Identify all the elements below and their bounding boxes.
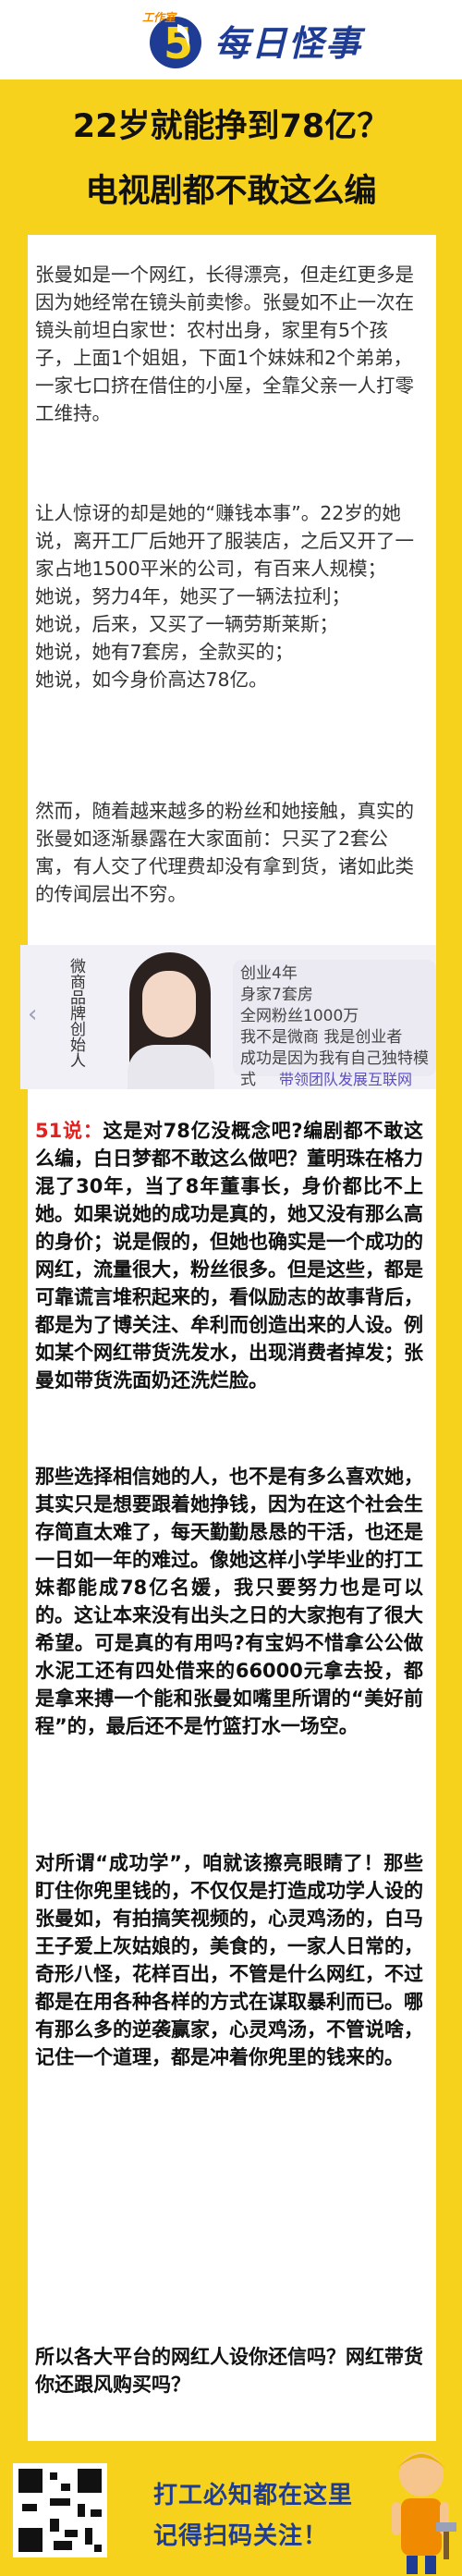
portrait-face	[142, 971, 196, 1037]
paragraph-3: 然而，随着越来越多的粉丝和她接触，真实的张曼如逐渐暴露在大家面前：只买了2套公寓…	[35, 800, 414, 905]
comment-paragraph-4: 所以各大平台的网红人设你还信吗？网红带货你还跟风购买吗？	[35, 2346, 423, 2396]
paragraph-1: 张曼如是一个网红，长得漂亮，但走红更多是因为她经常在镜头前卖惨。张曼如不止一次在…	[35, 264, 414, 424]
paragraph-2: 让人惊讶的却是她的“赚钱本事”。22岁的她说，离开工厂后她开了服装店，之后又开了…	[35, 502, 414, 691]
footer-line2: 记得扫码关注！	[153, 2522, 329, 2550]
header-bar: 5 工作室 每日怪事	[0, 0, 462, 80]
page-title-line2: 电视剧都不敢这么编	[85, 173, 377, 210]
mascot-icon	[392, 2452, 456, 2574]
banner-line: 全网粉丝1000万	[240, 1007, 359, 1025]
banner-vertical-text: 微商品牌创始人	[67, 958, 85, 1068]
portrait-body	[128, 1045, 214, 1089]
page-title-line1: 22岁就能挣到78亿？	[72, 108, 390, 145]
comment-text-1: 这是对78亿没概念吧?编剧都不敢这么编，白日梦都不敢这么做吧？董明珠在格力混了3…	[35, 1120, 423, 1392]
comment-paragraph-1: 51说：这是对78亿没概念吧?编剧都不敢这么编，白日梦都不敢这么做吧？董明珠在格…	[35, 1117, 423, 1394]
chevron-left-icon[interactable]: ‹	[28, 1000, 37, 1028]
footer-line1: 打工必知都在这里	[153, 2482, 354, 2509]
banner-line: 我不是微商 我是创业者	[240, 1028, 403, 1047]
promo-banner-image: ‹ 微商品牌创始人 创业4年 身家7套房 全网粉丝1000万 我不是微商 我是创…	[20, 945, 436, 1089]
qr-code-image[interactable]	[13, 2463, 107, 2558]
banner-line: 身家7套房	[240, 986, 313, 1004]
comment-prefix: 51说：	[35, 1120, 103, 1142]
comment-paragraph-3: 对所谓“成功学”，咱就该擦亮眼睛了！那些盯住你兜里钱的，不仅仅是打造成功学人设的…	[35, 1852, 423, 2068]
comment-paragraph-2: 那些选择相信她的人，也不是有多么喜欢她，其实只是想要跟着她挣钱，因为在这个社会生…	[35, 1466, 423, 1737]
article-page: 5 工作室 每日怪事 22岁就能挣到78亿？ 电视剧都不敢这么编 张曼如是一个网…	[0, 0, 462, 2576]
banner-footer-text: 带领团队发展互联网	[279, 1071, 413, 1088]
logo-title: 每日怪事	[214, 23, 363, 64]
logo-tag: 工作室	[142, 11, 176, 24]
banner-line: 创业4年	[240, 964, 298, 983]
